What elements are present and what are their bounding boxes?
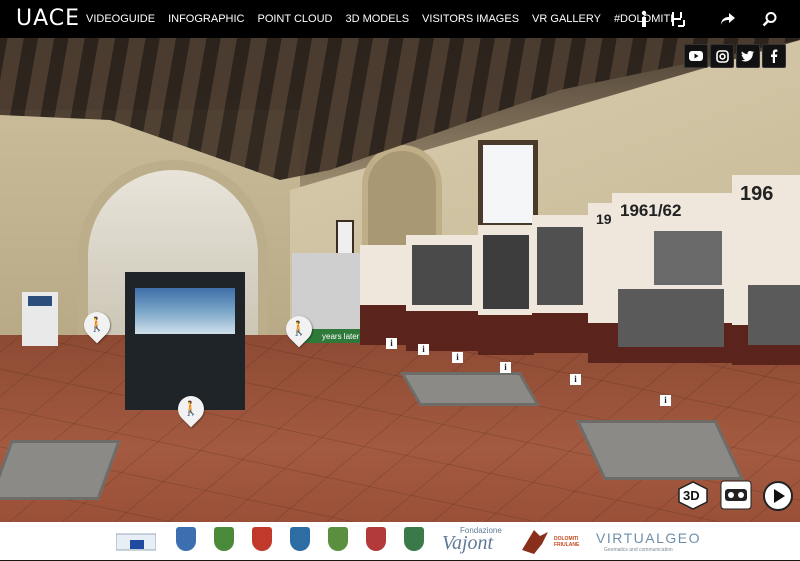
info-hotspot[interactable]: i (418, 344, 429, 355)
mode-3d-button[interactable]: 3D (676, 480, 710, 515)
eu-flag-logo (115, 530, 157, 554)
eagle-icon (520, 526, 550, 556)
nav-point-cloud[interactable]: POINT CLOUD (257, 13, 332, 25)
video-monitor (125, 272, 245, 410)
twitter-icon[interactable] (736, 44, 760, 68)
instagram-icon[interactable] (710, 44, 734, 68)
sponsor1-brand: Vajont (442, 532, 494, 554)
info-hotspot[interactable]: i (570, 374, 581, 385)
search-icon[interactable] (756, 0, 784, 38)
uace-logo[interactable]: UACE (16, 6, 80, 31)
virtualgeo-logo: VIRTUALGEO (596, 530, 701, 546)
mode-3d-label: 3D (683, 488, 700, 503)
share-icon[interactable] (714, 0, 742, 38)
park-label: DOLOMITI FRIULANE (554, 536, 580, 548)
info-hotspot[interactable]: i (660, 395, 671, 406)
walk-hotspot[interactable]: 🚶 (172, 390, 210, 430)
info-hotspot[interactable]: i (500, 362, 511, 373)
side-text: years later (322, 332, 360, 341)
nav-visitors-images[interactable]: VISITORS IMAGES (422, 13, 519, 25)
municipal-crest (366, 527, 386, 551)
panel (478, 225, 534, 355)
nav-vr-gallery[interactable]: VR GALLERY (532, 13, 601, 25)
vr-headset-button[interactable] (720, 480, 752, 515)
virtualgeo-tagline: Geomatics and communication (604, 547, 673, 553)
sponsor-footer: Fondazione Vajont DOLOMITI FRIULANE VIRT… (0, 522, 800, 560)
panel-year: 1961/62 (620, 201, 682, 220)
municipal-crest (252, 527, 272, 551)
panel (406, 235, 478, 351)
ar-icon[interactable] (664, 0, 692, 38)
panel-1961-62: 1961/62 (612, 193, 732, 363)
nav-3d-models[interactable]: 3D MODELS (345, 13, 409, 25)
walk-hotspot[interactable]: 🚶 (78, 306, 116, 346)
panel-196x: 196 (732, 175, 800, 365)
info-hotspot[interactable]: i (452, 352, 463, 363)
info-icon[interactable] (630, 0, 658, 38)
walking-person-icon: 🚶 (88, 316, 106, 332)
kiosk (22, 292, 58, 346)
walk-hotspot[interactable]: 🚶 (280, 310, 318, 350)
panorama-view[interactable]: years later 1963 1961/62 196 i i i i i i (0, 0, 800, 522)
walking-person-icon: 🚶 (182, 400, 200, 416)
nav-videoguide[interactable]: VIDEOGUIDE (86, 13, 155, 25)
walking-person-icon: 🚶 (290, 320, 308, 336)
panel (532, 215, 588, 353)
municipal-crest (404, 527, 424, 551)
play-button[interactable] (762, 480, 794, 517)
panel (360, 245, 408, 345)
municipal-crest (176, 527, 196, 551)
panel-year: 196 (740, 183, 774, 205)
nav-infographic[interactable]: INFOGRAPHIC (168, 13, 244, 25)
fondazione-vajont-logo: Fondazione Vajont (442, 524, 506, 558)
main-nav: VIDEOGUIDE INFOGRAPHIC POINT CLOUD 3D MO… (86, 0, 686, 38)
facebook-icon[interactable] (762, 44, 786, 68)
info-hotspot[interactable]: i (386, 338, 397, 349)
municipal-crest (290, 527, 310, 551)
municipal-crest (214, 527, 234, 551)
municipal-crest (328, 527, 348, 551)
exhibition-panels: years later 1963 1961/62 196 (292, 175, 800, 435)
youtube-icon[interactable] (684, 44, 708, 68)
top-nav-bar: UACE VIDEOGUIDE INFOGRAPHIC POINT CLOUD … (0, 0, 800, 38)
